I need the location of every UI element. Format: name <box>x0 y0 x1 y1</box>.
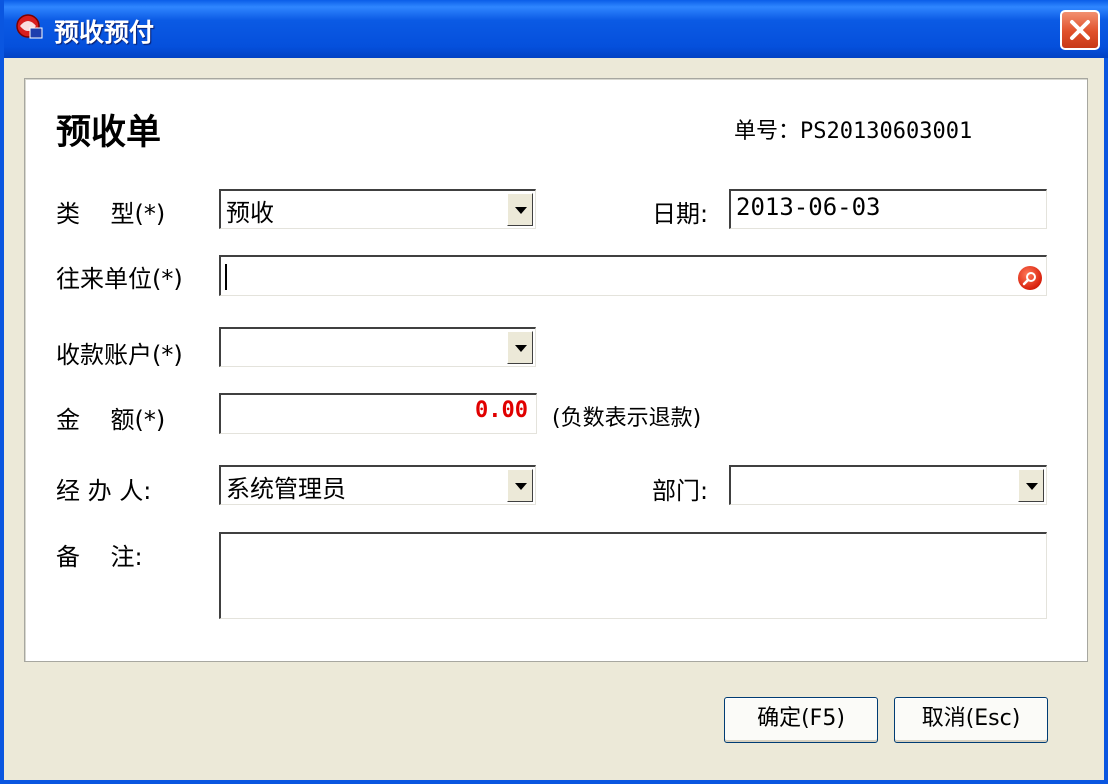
partner-label: 往来单位(*) <box>56 265 183 293</box>
window-title: 预收预付 <box>54 18 155 47</box>
chevron-down-icon[interactable] <box>507 469 533 502</box>
dialog-window: 预收预付 预收单 单号：PS20130603001 类 型(*) 预收 日期: … <box>0 0 1108 784</box>
bill-number-value: PS20130603001 <box>800 119 973 144</box>
date-input-value: 2013-06-03 <box>736 193 881 221</box>
amount-hint: (负数表示退款) <box>552 406 702 431</box>
form-heading: 预收单 <box>56 112 162 153</box>
chevron-down-icon[interactable] <box>507 331 533 364</box>
ok-button[interactable]: 确定(F5) <box>724 697 878 743</box>
account-select[interactable] <box>219 327 536 367</box>
app-logo-icon <box>14 12 46 44</box>
type-select-value: 预收 <box>226 199 274 227</box>
amount-label: 金 额(*) <box>56 406 166 434</box>
search-icon[interactable] <box>1018 266 1042 290</box>
amount-value: 0.00 <box>475 398 528 423</box>
type-select[interactable]: 预收 <box>219 189 536 229</box>
bill-number-label: 单号： <box>734 119 801 144</box>
partner-input[interactable] <box>219 255 1047 296</box>
close-button[interactable] <box>1060 10 1100 50</box>
handler-select[interactable]: 系统管理员 <box>219 465 536 505</box>
title-bar[interactable]: 预收预付 <box>4 0 1108 58</box>
remark-label: 备 注: <box>56 543 143 571</box>
remark-textarea[interactable] <box>219 532 1047 619</box>
close-icon <box>1070 20 1090 40</box>
handler-label: 经 办 人: <box>56 477 152 505</box>
chevron-down-icon[interactable] <box>1018 469 1044 502</box>
amount-input[interactable]: 0.00 <box>219 393 537 434</box>
handler-select-value: 系统管理员 <box>226 475 346 503</box>
chevron-down-icon[interactable] <box>507 193 533 226</box>
dept-label: 部门: <box>652 477 709 505</box>
dept-select[interactable] <box>729 465 1047 505</box>
cancel-button[interactable]: 取消(Esc) <box>894 697 1048 743</box>
text-cursor <box>225 264 227 290</box>
account-label: 收款账户(*) <box>56 341 183 369</box>
bill-number: 单号：PS20130603001 <box>734 113 972 145</box>
type-label: 类 型(*) <box>56 200 166 228</box>
date-input[interactable]: 2013-06-03 <box>729 189 1047 229</box>
date-label: 日期: <box>652 200 709 228</box>
